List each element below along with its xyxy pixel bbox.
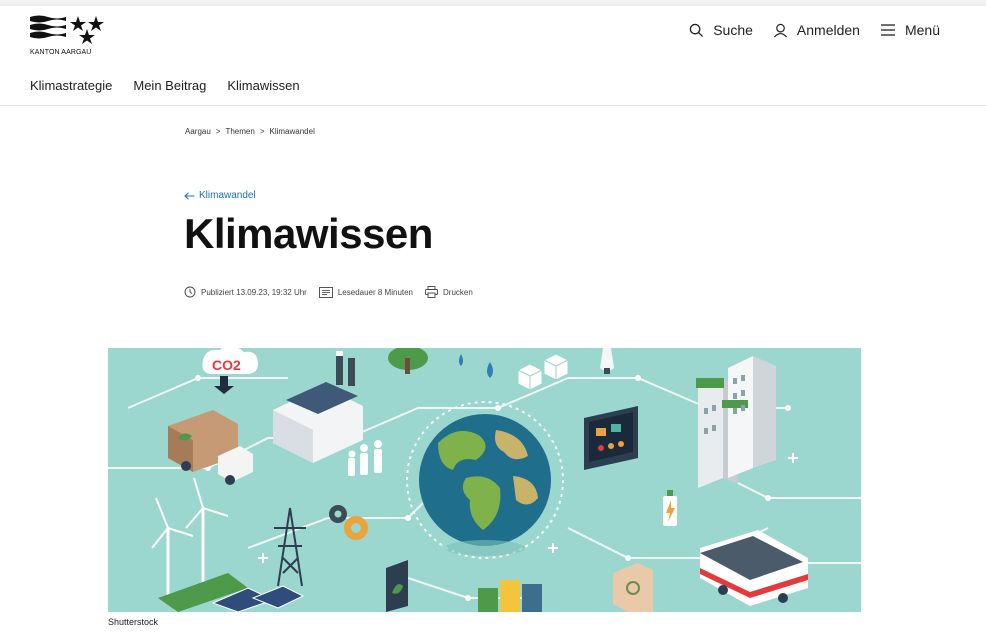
page-title: Klimawissen bbox=[184, 210, 433, 257]
print-button[interactable]: Drucken bbox=[425, 286, 473, 298]
kanton-aargau-logo[interactable]: KANTON AARGAU bbox=[30, 14, 110, 58]
search-icon bbox=[689, 23, 704, 37]
breadcrumb: Aargau > Themen > Klimawandel bbox=[185, 127, 315, 136]
subnav-item-mein-beitrag[interactable]: Mein Beitrag bbox=[133, 78, 206, 93]
login-label: Anmelden bbox=[796, 22, 860, 38]
image-caption: Shutterstock bbox=[108, 617, 159, 627]
sub-navigation: Klimastrategie Mein Beitrag Klimawissen bbox=[30, 78, 300, 93]
hero-image: CO2 bbox=[108, 348, 861, 612]
subnav-item-klimawissen[interactable]: Klimawissen bbox=[227, 78, 299, 93]
login-button[interactable]: Anmelden bbox=[773, 22, 860, 38]
hamburger-icon bbox=[880, 24, 895, 36]
reading-time-text: Lesedauer 8 Minuten bbox=[337, 287, 414, 297]
logo-emblem-icon bbox=[30, 15, 104, 44]
page: KANTON AARGAU Suche Anmelden Menü Klimas… bbox=[0, 6, 986, 633]
header-divider bbox=[0, 105, 986, 106]
back-link-label: Klimawandel bbox=[199, 190, 256, 201]
header-actions: Suche Anmelden Menü bbox=[689, 22, 940, 38]
published-text: Publiziert 13.09.23, 19:32 Uhr bbox=[201, 287, 307, 297]
document-icon bbox=[318, 286, 333, 298]
print-label: Drucken bbox=[443, 287, 473, 297]
printer-icon bbox=[425, 286, 438, 298]
menu-button[interactable]: Menü bbox=[880, 22, 940, 38]
back-link[interactable]: Klimawandel bbox=[184, 190, 256, 201]
search-label: Suche bbox=[713, 22, 753, 38]
breadcrumb-separator: > bbox=[259, 127, 265, 136]
arrow-left-icon bbox=[184, 191, 195, 200]
co2-label: CO2 bbox=[212, 357, 241, 373]
climate-illustration: CO2 bbox=[108, 348, 861, 612]
breadcrumb-item-aargau[interactable]: Aargau bbox=[185, 127, 211, 136]
logo-text: KANTON AARGAU bbox=[30, 49, 92, 56]
search-button[interactable]: Suche bbox=[689, 22, 753, 38]
menu-label: Menü bbox=[904, 22, 940, 38]
reading-time-info: Lesedauer 8 Minuten bbox=[318, 286, 414, 298]
breadcrumb-item-klimawandel[interactable]: Klimawandel bbox=[270, 127, 315, 136]
breadcrumb-separator: > bbox=[215, 127, 221, 136]
breadcrumb-item-themen[interactable]: Themen bbox=[225, 127, 254, 136]
user-icon bbox=[773, 23, 787, 37]
article-meta: Publiziert 13.09.23, 19:32 Uhr Lesedauer… bbox=[184, 286, 485, 298]
clock-icon bbox=[184, 286, 196, 298]
subnav-item-klimastrategie[interactable]: Klimastrategie bbox=[30, 78, 112, 93]
published-info: Publiziert 13.09.23, 19:32 Uhr bbox=[184, 286, 307, 298]
